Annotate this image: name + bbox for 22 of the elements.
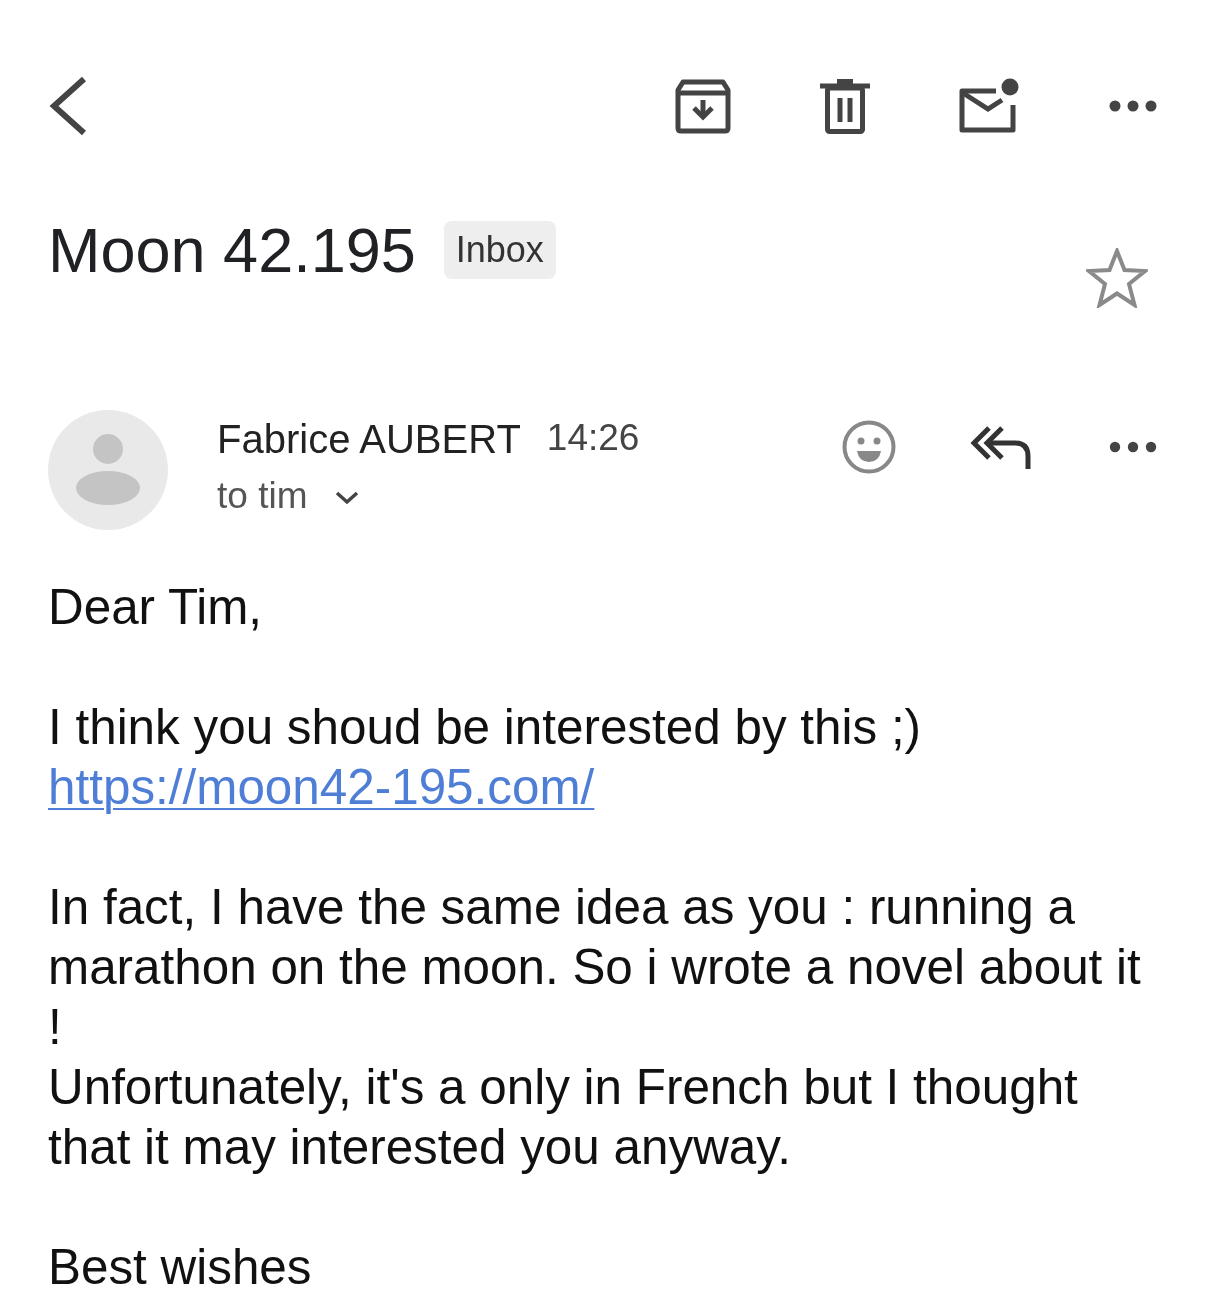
trash-icon[interactable]: [819, 78, 871, 134]
message-text: In fact, I have the same idea as you : running a marathon on the moon. So i wrote a novel about it !: [48, 878, 1142, 1056]
chevron-down-icon: [335, 491, 360, 505]
envelope-icon[interactable]: [958, 78, 1020, 134]
recipients-toggle[interactable]: to tim: [217, 472, 360, 520]
message-text: Dear Tim,: [48, 578, 264, 636]
avatar-icon: [48, 410, 168, 530]
reply-all-icon[interactable]: [969, 424, 1033, 470]
archive-icon[interactable]: [675, 78, 731, 134]
inbox-label[interactable]: Inbox: [443, 221, 556, 279]
message-text: Best wishes: [48, 1238, 313, 1296]
star-icon[interactable]: [1086, 248, 1148, 308]
message-link[interactable]: https://moon42-195.com/: [48, 759, 595, 814]
message-text: Unfortunately, it's a only in French but I thought that it may interested you anyway.: [48, 1058, 1079, 1176]
more-icon[interactable]: [1109, 441, 1157, 453]
smiley-icon[interactable]: [842, 420, 896, 474]
subject-title: Moon 42.195: [48, 214, 416, 286]
sent-time: 14:26: [546, 416, 640, 460]
sender-name: Fabrice AUBERT: [217, 416, 521, 463]
message-text: I think you shoud be interested by this ;): [48, 698, 923, 756]
chevron-left-icon[interactable]: [48, 76, 88, 136]
more-icon[interactable]: [1109, 100, 1157, 112]
